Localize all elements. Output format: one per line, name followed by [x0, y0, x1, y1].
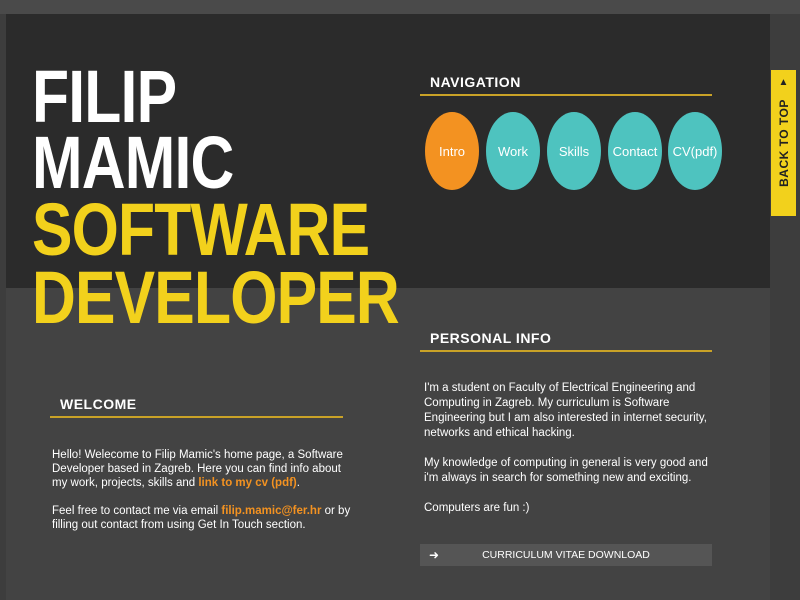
cv-link[interactable]: link to my cv (pdf) — [198, 477, 296, 489]
welcome-section: WELCOME — [50, 396, 343, 418]
cv-download-button[interactable]: ➜ CURRICULUM VITAE DOWNLOAD — [420, 544, 712, 566]
hero-last-name: MAMIC — [32, 121, 234, 204]
nav-item-contact[interactable]: Contact — [608, 112, 662, 190]
navigation-section: NAVIGATION — [420, 74, 712, 96]
nav-item-intro[interactable]: Intro — [425, 112, 479, 190]
personal-paragraph-3: Computers are fun :) — [424, 502, 530, 514]
back-to-top-label: BACK TO TOP — [776, 99, 791, 187]
nav-item-label: Contact — [612, 143, 658, 159]
personal-paragraph-1: I'm a student on Faculty of Electrical E… — [424, 382, 707, 439]
personal-paragraph-2: My knowledge of computing in general is … — [424, 457, 708, 484]
contact-text: Feel free to contact me via email — [52, 505, 222, 517]
nav-item-label: CV(pdf) — [672, 143, 718, 159]
personal-info-body: I'm a student on Faculty of Electrical E… — [424, 381, 714, 531]
welcome-text-end: . — [296, 477, 300, 489]
back-to-top-button[interactable]: ▲ BACK TO TOP — [771, 70, 796, 216]
nav-item-label: Intro — [438, 143, 465, 159]
hero-role-line1: SOFTWARE — [32, 188, 370, 271]
cv-download-label: CURRICULUM VITAE DOWNLOAD — [482, 549, 650, 561]
nav-item-label: Work — [497, 143, 529, 159]
nav-item-label: Skills — [558, 143, 590, 159]
navigation-menu: Intro Work Skills Contact CV(pdf) — [419, 112, 722, 192]
hero-title: FILIP MAMIC SOFTWARE DEVELOPER — [32, 60, 400, 339]
arrow-right-icon: ➜ — [428, 548, 440, 562]
welcome-body: Hello! Welecome to Filip Mamic's home pa… — [52, 448, 352, 546]
contact-paragraph: Feel free to contact me via email filip.… — [52, 504, 352, 532]
top-bar — [0, 0, 800, 14]
email-link[interactable]: filip.mamic@fer.hr — [221, 505, 321, 517]
triangle-up-icon: ▲ — [778, 77, 789, 88]
welcome-paragraph: Hello! Welecome to Filip Mamic's home pa… — [52, 448, 352, 490]
welcome-title: WELCOME — [50, 396, 343, 418]
navigation-title: NAVIGATION — [420, 74, 712, 96]
personal-info-title: PERSONAL INFO — [420, 330, 712, 352]
nav-item-cv[interactable]: CV(pdf) — [668, 112, 722, 190]
personal-info-section: PERSONAL INFO — [420, 330, 712, 352]
hero-role-line2: DEVELOPER — [32, 256, 400, 339]
nav-item-work[interactable]: Work — [486, 112, 540, 190]
nav-item-skills[interactable]: Skills — [547, 112, 601, 190]
